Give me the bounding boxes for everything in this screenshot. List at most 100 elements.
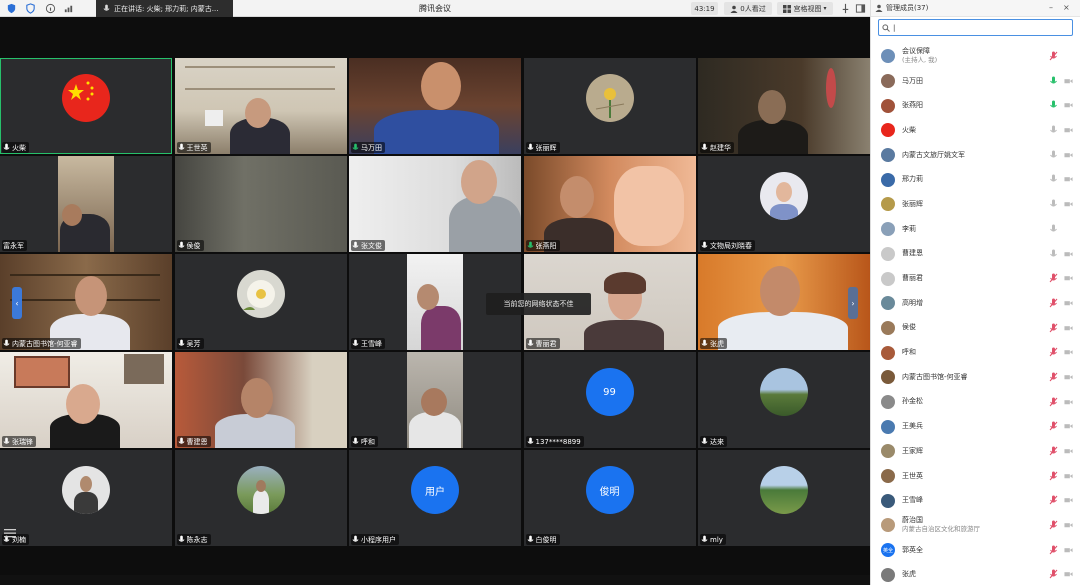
mic-icon[interactable] [1049,199,1058,209]
camera-icon[interactable] [1064,323,1073,333]
mic-muted-icon[interactable] [1049,520,1058,530]
mic-icon[interactable] [1049,224,1058,234]
mic-muted-icon[interactable] [1049,298,1058,308]
camera-icon[interactable] [1064,520,1073,530]
close-icon[interactable]: × [1063,3,1070,12]
sidebar-toggle-icon[interactable] [855,3,866,14]
video-tile[interactable]: 王世英 [174,58,347,154]
info-icon[interactable] [45,3,56,14]
video-tile[interactable]: 张燕阳 [523,156,696,252]
mic-muted-icon[interactable] [1049,545,1058,555]
mic-muted-icon[interactable] [1049,446,1058,456]
member-row[interactable]: 内蒙古文旅厅姚文军 [871,143,1080,168]
video-tile[interactable]: 内蒙古图书馆-何亚睿 [0,254,172,350]
member-row[interactable]: 王家辉 [871,439,1080,464]
video-tile[interactable]: 99 137****8899 [523,352,696,448]
menu-icon[interactable] [4,523,18,538]
member-row[interactable]: 张燕阳 [871,93,1080,118]
video-tile[interactable]: 赵建华 [698,58,870,154]
member-row[interactable]: 李莉 [871,217,1080,242]
video-tile[interactable]: 陈永志 [174,450,347,546]
member-row[interactable]: 会议保障 (主持人, 我) [871,44,1080,69]
camera-icon[interactable] [1064,249,1073,259]
video-tile[interactable]: 张虎 [698,254,870,350]
camera-icon[interactable] [1064,397,1073,407]
viewers-button[interactable]: 0人看过 [724,2,772,15]
member-row[interactable]: 孙金松 [871,390,1080,415]
camera-icon[interactable] [1064,174,1073,184]
camera-icon[interactable] [1064,569,1073,579]
mic-muted-icon[interactable] [1049,323,1058,333]
camera-icon[interactable] [1064,150,1073,160]
mic-muted-icon[interactable] [1049,495,1058,505]
member-row[interactable]: 王雪峰 [871,488,1080,513]
prev-page-button[interactable]: ‹ [12,287,22,319]
member-row[interactable]: 王美兵 [871,414,1080,439]
mic-icon[interactable] [1049,249,1058,259]
view-mode-button[interactable]: 宫格视图 ▾ [777,2,833,15]
member-row[interactable]: 邢力莉 [871,167,1080,192]
video-tile[interactable]: 马万田 [349,58,521,154]
video-tile[interactable]: 用户 小程序用户 [349,450,521,546]
member-row[interactable]: 王世英 [871,464,1080,489]
member-row[interactable]: 蔚治国 内蒙古自治区文化和旅游厅 [871,513,1080,538]
video-tile[interactable]: 张文俊 [349,156,521,252]
camera-icon[interactable] [1064,125,1073,135]
camera-icon[interactable] [1064,347,1073,357]
video-tile[interactable]: 富永军 [0,156,172,252]
video-tile[interactable]: 张丽辉 [523,58,696,154]
mic-muted-icon[interactable] [1049,347,1058,357]
video-tile[interactable]: 达来 [698,352,870,448]
video-tile[interactable]: 火柴 [0,58,172,154]
mic-muted-icon[interactable] [1049,471,1058,481]
member-search-input[interactable]: | [878,19,1073,36]
video-tile[interactable]: 曹建恩 [174,352,347,448]
member-row[interactable]: 侯俊 [871,316,1080,341]
member-row[interactable]: 内蒙古图书馆-何亚睿 [871,365,1080,390]
member-row[interactable]: 张丽辉 [871,192,1080,217]
mic-icon[interactable] [1049,174,1058,184]
camera-icon[interactable] [1064,298,1073,308]
mic-icon[interactable] [1049,125,1058,135]
video-tile[interactable]: 侯俊 [174,156,347,252]
video-tile[interactable]: 张瑞锋 [0,352,172,448]
video-tile[interactable]: 呼和 [349,352,521,448]
member-row[interactable]: 火柴 [871,118,1080,143]
camera-icon[interactable] [1064,446,1073,456]
camera-icon[interactable] [1064,100,1073,110]
member-row[interactable]: 曹丽君 [871,266,1080,291]
camera-icon[interactable] [1064,495,1073,505]
mic-muted-icon[interactable] [1049,421,1058,431]
video-tile[interactable]: 文物局刘晓春 [698,156,870,252]
mic-icon[interactable] [1049,150,1058,160]
video-tile[interactable]: 俊明 白俊明 [523,450,696,546]
pin-icon[interactable] [840,3,851,14]
video-tile[interactable]: mly [698,450,870,546]
camera-icon[interactable] [1064,273,1073,283]
mic-muted-icon[interactable] [1049,397,1058,407]
mic-muted-icon[interactable] [1049,51,1058,61]
shield-icon[interactable] [6,3,17,14]
minimize-icon[interactable]: – [1049,3,1053,12]
video-tile[interactable]: 刘楠 [0,450,172,546]
lock-shield-icon[interactable] [25,3,36,14]
mic-icon[interactable] [1049,76,1058,86]
member-row[interactable]: 英全 郭英全 [871,538,1080,563]
camera-icon[interactable] [1064,421,1073,431]
camera-icon[interactable] [1064,471,1073,481]
mic-icon[interactable] [1049,100,1058,110]
camera-icon[interactable] [1064,372,1073,382]
mic-muted-icon[interactable] [1049,273,1058,283]
camera-icon[interactable] [1064,199,1073,209]
member-row[interactable]: 张虎 [871,562,1080,585]
mic-muted-icon[interactable] [1049,569,1058,579]
video-tile[interactable]: 吴芳 [174,254,347,350]
next-page-button[interactable]: › [848,287,858,319]
mic-muted-icon[interactable] [1049,372,1058,382]
member-row[interactable]: 曹建恩 [871,242,1080,267]
member-row[interactable]: 呼和 [871,340,1080,365]
camera-icon[interactable] [1064,76,1073,86]
camera-icon[interactable] [1064,545,1073,555]
member-row[interactable]: 马万田 [871,69,1080,94]
member-row[interactable]: 高明增 [871,291,1080,316]
